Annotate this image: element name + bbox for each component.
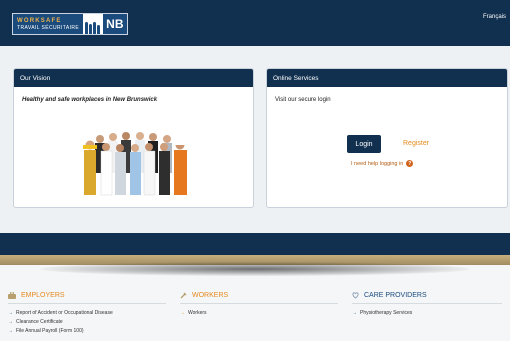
top-bar: WORKSAFE TRAVAIL SÉCURITAIRE NB Français [0,0,510,46]
vision-card: Our Vision Healthy and safe workplaces i… [13,68,254,208]
list-item[interactable]: → Clearance Certificate [8,318,166,327]
band-shadow [40,262,470,276]
list-item-label: Workers [188,310,207,316]
employers-heading[interactable]: EMPLOYERS [8,292,166,304]
register-link[interactable]: Register [403,140,429,147]
care-icon [352,292,359,299]
care-title: CARE PROVIDERS [364,292,427,299]
employers-column: EMPLOYERS → Report of Accident or Occupat… [8,292,166,336]
list-item-label: Clearance Certificate [16,319,63,325]
login-button[interactable]: Login [347,135,381,153]
hero-band [0,233,510,255]
help-login-label: I need help logging in [351,160,404,167]
employers-title: EMPLOYERS [21,292,65,299]
arrow-right-icon: → [180,310,185,316]
workers-column: WORKERS → Workers [180,292,338,318]
online-services-card: Online Services Visit our secure login L… [266,68,508,208]
list-item[interactable]: → Report of Accident or Occupational Dise… [8,309,166,318]
online-title: Online Services [267,69,507,87]
logo-nb: NB [103,14,127,34]
list-item[interactable]: → Workers [180,309,338,318]
workers-title: WORKERS [192,292,229,299]
care-heading[interactable]: CARE PROVIDERS [352,292,502,304]
list-item-label: File Annual Payroll (Form 100) [16,328,84,334]
list-item-label: Report of Accident or Occupational Disea… [16,310,113,316]
arrow-right-icon: → [352,310,357,316]
arrow-right-icon: → [8,328,13,334]
workers-group-image [83,132,187,196]
workers-icon [180,292,187,299]
workers-heading[interactable]: WORKERS [180,292,338,304]
employers-icon [8,292,16,299]
care-providers-column: CARE PROVIDERS → Physiotherapy Services [352,292,502,318]
logo-figures-icon [83,14,104,34]
vision-tagline: Healthy and safe workplaces in New Bruns… [22,97,158,103]
workers-list: → Workers [180,309,338,318]
question-icon: ? [406,160,414,167]
list-item-label: Physiotherapy Services [360,310,413,316]
online-subtitle: Visit our secure login [275,97,331,103]
logo-text: WORKSAFE TRAVAIL SÉCURITAIRE [13,14,84,34]
arrow-right-icon: → [8,319,13,325]
care-list: → Physiotherapy Services [352,309,502,318]
vision-title: Our Vision [14,69,253,87]
language-link[interactable]: Français [483,14,506,20]
arrow-right-icon: → [8,310,13,316]
worksafe-logo[interactable]: WORKSAFE TRAVAIL SÉCURITAIRE NB [12,13,128,35]
logo-line1: WORKSAFE [17,17,62,24]
list-item[interactable]: → File Annual Payroll (Form 100) [8,327,166,336]
logo-line2: TRAVAIL SÉCURITAIRE [17,24,80,31]
help-login-link[interactable]: I need help logging in ? [351,160,414,167]
list-item[interactable]: → Physiotherapy Services [352,309,502,318]
employers-list: → Report of Accident or Occupational Dise… [8,309,166,336]
